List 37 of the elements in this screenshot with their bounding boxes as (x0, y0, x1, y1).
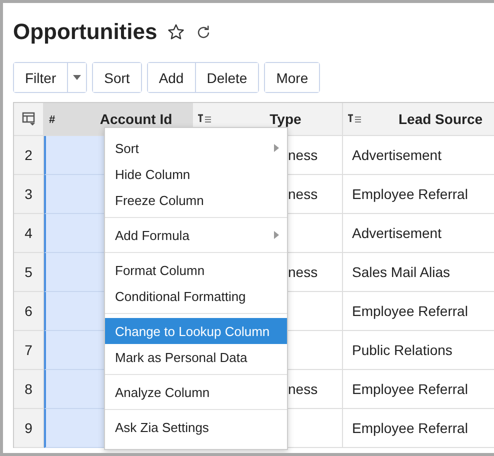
star-icon[interactable] (167, 23, 186, 41)
menu-item[interactable]: Add Formula (105, 222, 287, 248)
row-number: 6 (14, 292, 44, 331)
table-cell: Public Relations (343, 331, 494, 370)
page-title: Opportunities (13, 19, 158, 45)
submenu-arrow-icon (274, 144, 279, 152)
number-type-mark: # (49, 114, 56, 126)
row-number: 7 (14, 331, 44, 370)
text-type-icon (348, 114, 362, 123)
menu-item[interactable]: Mark as Personal Data (105, 344, 287, 370)
table-cell: Sales Mail Alias (343, 253, 494, 292)
table-cell: Advertisement (343, 214, 494, 253)
toolbar-button[interactable]: Delete (194, 63, 258, 92)
text-type-icon (198, 114, 212, 123)
table-cell: Advertisement (343, 136, 494, 175)
column-label: Account Id (98, 111, 172, 127)
row-number: 3 (14, 175, 44, 214)
row-number: 5 (14, 253, 44, 292)
row-number: 4 (14, 214, 44, 253)
toolbar-button[interactable]: More (265, 63, 320, 92)
caret-icon (73, 75, 82, 80)
row-number: 2 (14, 136, 44, 175)
row-number: 8 (14, 370, 44, 409)
row-number: 9 (14, 409, 44, 448)
table-cell: Employee Referral (343, 175, 494, 214)
column-label: Lead Source (397, 111, 483, 127)
submenu-arrow-icon (274, 231, 279, 239)
toolbar-button[interactable]: Sort (93, 63, 141, 92)
column-chooser-icon[interactable] (22, 112, 36, 126)
table-cell: Employee Referral (343, 292, 494, 331)
menu-item[interactable]: Ask Zia Settings (105, 414, 287, 440)
table-cell: Employee Referral (343, 409, 494, 448)
menu-item[interactable]: Change to Lookup Column (105, 318, 287, 344)
table-cell: Employee Referral (343, 370, 494, 409)
column-label: Type (268, 111, 302, 127)
column-header[interactable]: Lead Source (343, 103, 494, 136)
dropdown-button[interactable] (67, 63, 86, 92)
